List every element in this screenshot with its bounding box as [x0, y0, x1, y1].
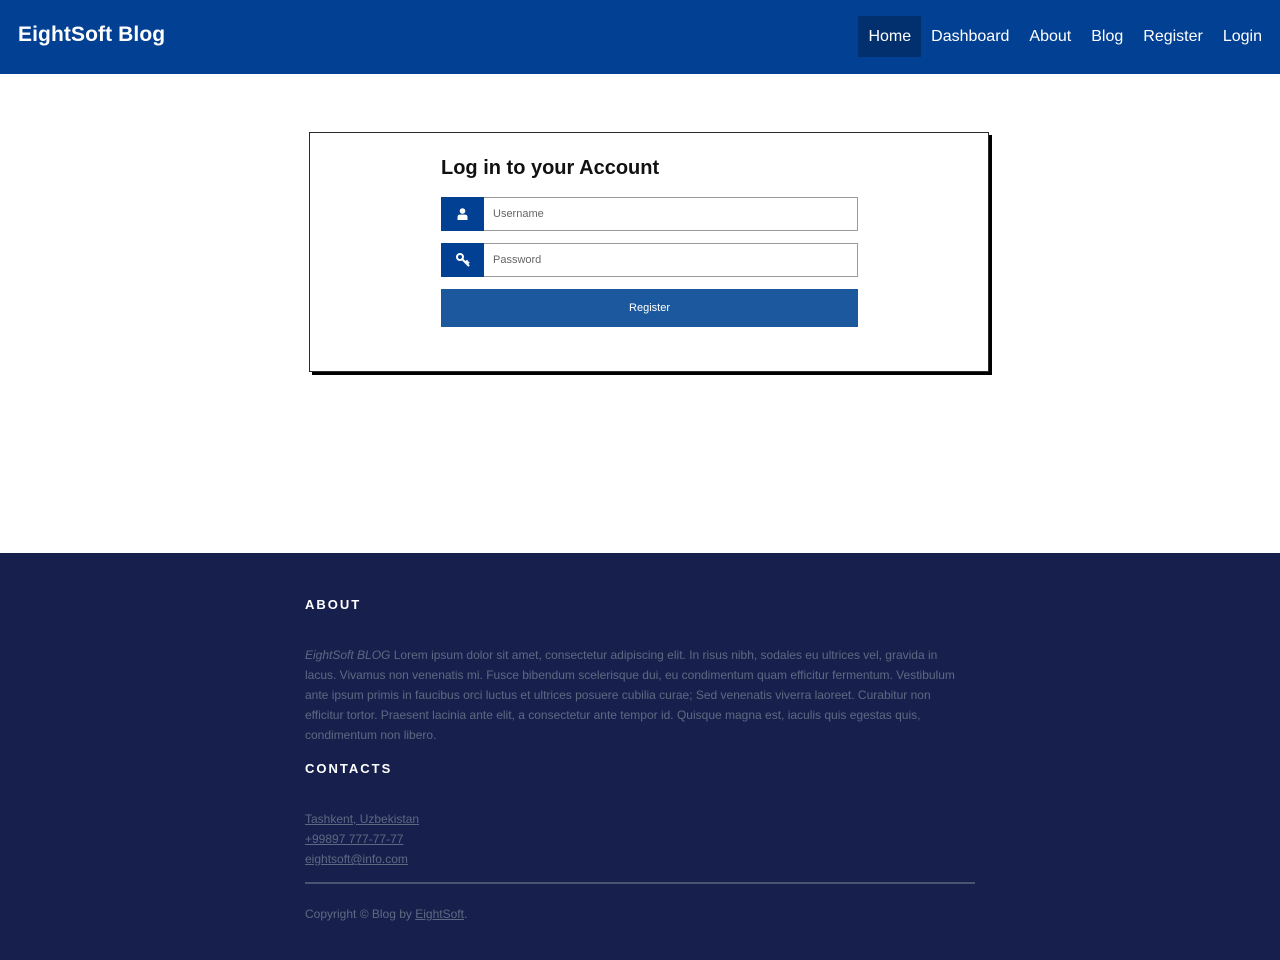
about-heading: ABOUT: [305, 597, 362, 612]
username-field-group: [441, 197, 858, 231]
nav-blog[interactable]: Blog: [1081, 16, 1133, 57]
password-field-group: [441, 243, 858, 277]
top-navbar: EightSoft Blog Home Dashboard About Blog…: [0, 0, 1280, 74]
login-card: Log in to your Account Register: [309, 132, 989, 372]
username-input[interactable]: [484, 197, 858, 231]
contact-address-link[interactable]: Tashkent, Uzbekistan: [305, 809, 419, 829]
brand-logo[interactable]: EightSoft Blog: [18, 23, 165, 47]
nav-dashboard[interactable]: Dashboard: [921, 16, 1019, 57]
copyright-link[interactable]: EightSoft: [415, 907, 464, 921]
contact-phone-link[interactable]: +99897 777-77-77: [305, 829, 419, 849]
login-title: Log in to your Account: [441, 157, 660, 179]
contacts-list: Tashkent, Uzbekistan +99897 777-77-77 ei…: [305, 809, 419, 869]
nav-login[interactable]: Login: [1213, 16, 1272, 57]
nav-about[interactable]: About: [1019, 16, 1081, 57]
footer-divider: [305, 882, 975, 884]
site-footer: ABOUT EightSoft BLOG Lorem ipsum dolor s…: [0, 553, 1280, 960]
user-icon: [441, 197, 484, 231]
about-body: Lorem ipsum dolor sit amet, consectetur …: [305, 648, 955, 742]
register-button[interactable]: Register: [441, 289, 858, 327]
copyright: Copyright © Blog by EightSoft.: [305, 907, 467, 921]
contacts-heading: CONTACTS: [305, 761, 393, 776]
contact-email-link[interactable]: eightsoft@info.com: [305, 849, 419, 869]
about-brand: EightSoft BLOG: [305, 648, 391, 662]
password-input[interactable]: [484, 243, 858, 277]
nav-register[interactable]: Register: [1133, 16, 1213, 57]
about-text: EightSoft BLOG Lorem ipsum dolor sit ame…: [305, 645, 970, 745]
copyright-prefix: Copyright © Blog by: [305, 907, 416, 921]
nav-home[interactable]: Home: [858, 16, 922, 57]
key-icon: [441, 243, 484, 277]
main-nav: Home Dashboard About Blog Register Login: [858, 16, 1272, 57]
copyright-suffix: .: [463, 907, 468, 921]
